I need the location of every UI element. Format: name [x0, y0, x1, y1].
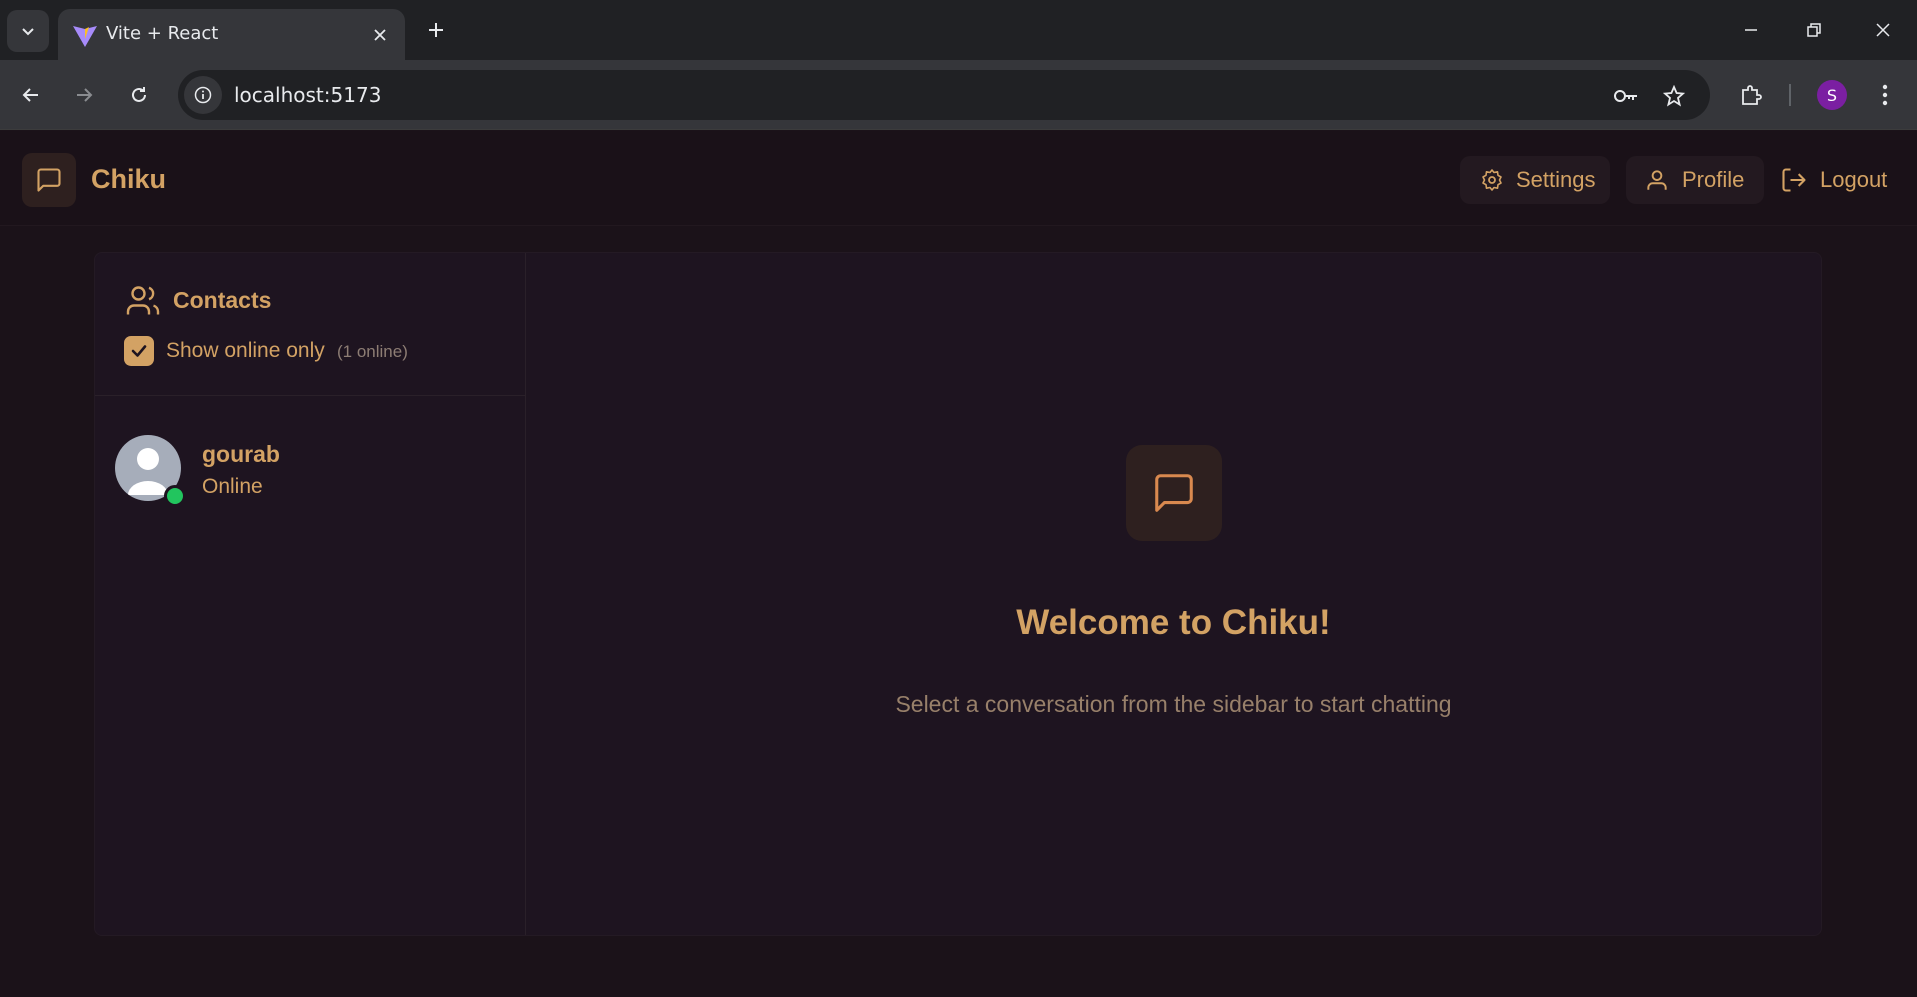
puzzle-icon [1742, 85, 1762, 105]
check-icon [131, 345, 147, 357]
brand-name[interactable]: Chiku [91, 164, 166, 195]
contact-name: gourab [202, 441, 280, 467]
close-icon [374, 29, 386, 41]
message-square-icon [1155, 474, 1193, 512]
settings-button[interactable]: Settings [1460, 156, 1610, 204]
contacts-title: Contacts [173, 287, 272, 313]
browser-profile-avatar[interactable]: S [1817, 80, 1847, 110]
vite-logo-icon [73, 26, 97, 47]
sidebar-header: Contacts Show online only (1 online) [95, 253, 525, 396]
restore-icon [1807, 23, 1821, 37]
welcome-title: Welcome to Chiku! [1016, 603, 1331, 642]
show-online-label[interactable]: Show online only [166, 339, 325, 363]
more-vertical-icon [1882, 84, 1888, 106]
chevron-down-icon [22, 28, 34, 36]
settings-label: Settings [1516, 167, 1596, 192]
browser-tabstrip: Vite + React [0, 0, 1917, 60]
gear-icon [1482, 169, 1502, 191]
online-count: (1 online) [337, 342, 408, 361]
logout-button[interactable]: Logout [1776, 156, 1916, 204]
restore-button[interactable] [1787, 8, 1841, 52]
welcome-subtitle: Select a conversation from the sidebar t… [895, 691, 1452, 717]
show-online-checkbox[interactable] [124, 336, 154, 366]
minimize-icon [1745, 29, 1757, 31]
tab-title: Vite + React [106, 23, 219, 44]
plus-icon [429, 23, 443, 37]
welcome-icon-box [1126, 445, 1222, 541]
star-icon [1663, 85, 1685, 107]
browser-toolbar: localhost:5173 S [0, 60, 1917, 130]
logout-label: Logout [1820, 167, 1888, 192]
key-icon [1614, 90, 1637, 102]
password-key-button[interactable] [1610, 80, 1642, 112]
tab-close-button[interactable] [367, 22, 393, 48]
browser-menu-button[interactable] [1867, 77, 1903, 113]
arrow-left-icon [22, 88, 38, 102]
reload-button[interactable] [119, 75, 159, 115]
contact-status: Online [202, 475, 263, 498]
site-info-button[interactable] [184, 76, 222, 114]
logo[interactable] [22, 153, 76, 207]
sidebar: Contacts Show online only (1 online) gou… [95, 253, 526, 935]
address-bar[interactable]: localhost:5173 [178, 70, 1710, 120]
arrow-right-icon [77, 88, 93, 102]
close-icon [1876, 23, 1890, 37]
message-square-icon [37, 168, 61, 192]
users-icon [126, 286, 160, 315]
browser-tab[interactable]: Vite + React [58, 9, 405, 60]
contact-item[interactable]: gourab Online [95, 419, 525, 519]
new-tab-button[interactable] [420, 14, 452, 46]
bookmark-button[interactable] [1658, 80, 1690, 112]
chat-container: Contacts Show online only (1 online) gou… [94, 252, 1822, 936]
user-icon [1647, 170, 1667, 190]
toolbar-divider [1789, 84, 1791, 106]
url-text: localhost:5173 [234, 83, 382, 107]
extensions-button[interactable] [1733, 77, 1769, 113]
tab-search-button[interactable] [7, 10, 49, 52]
profile-label: Profile [1682, 167, 1745, 192]
window-close-button[interactable] [1856, 8, 1910, 52]
forward-button[interactable] [64, 75, 104, 115]
log-out-icon [1782, 168, 1806, 192]
info-icon [194, 86, 212, 104]
minimize-button[interactable] [1724, 8, 1778, 52]
back-button[interactable] [11, 75, 51, 115]
reload-icon [132, 87, 146, 102]
app-header: Chiku Settings Profile Logout [0, 131, 1917, 226]
online-status-dot [164, 485, 186, 507]
profile-button[interactable]: Profile [1626, 156, 1764, 204]
welcome-panel: Welcome to Chiku! Select a conversation … [526, 253, 1821, 935]
